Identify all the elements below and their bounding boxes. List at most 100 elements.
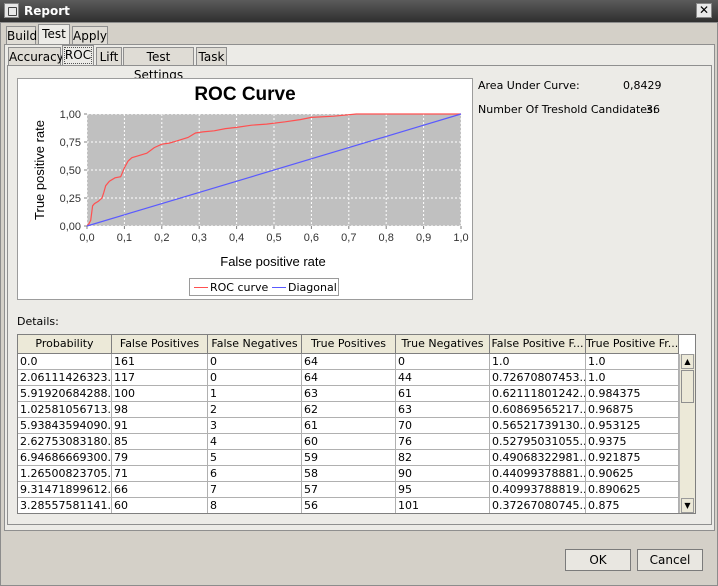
table-row[interactable]: 6.94686669300... 79 5 59 82 0.49068322981... 0… bbox=[18, 450, 679, 466]
column-header[interactable]: True Negatives bbox=[396, 335, 490, 354]
table-cell: 100 bbox=[112, 386, 208, 402]
x-tick-label: 0,3 bbox=[192, 232, 207, 244]
column-header[interactable]: True Positives bbox=[302, 335, 396, 354]
table-cell: 1 bbox=[208, 386, 302, 402]
table-cell: 85 bbox=[112, 434, 208, 450]
tab-label: Test bbox=[42, 27, 66, 41]
tab-label: ROC bbox=[64, 48, 92, 62]
table-cell: 66 bbox=[112, 482, 208, 498]
table-row[interactable]: 9.31471899612... 66 7 57 95 0.40993788819... 0… bbox=[18, 482, 679, 498]
close-icon[interactable]: ✕ bbox=[696, 3, 712, 18]
column-header[interactable]: False Positives bbox=[112, 335, 208, 354]
table-cell: 2.06111426323... bbox=[18, 370, 112, 386]
table-header: Probability False Positives False Negative… bbox=[18, 335, 679, 354]
table-cell: 44 bbox=[396, 370, 490, 386]
threshold-count-label: Number Of Treshold Candidates: bbox=[478, 103, 657, 116]
table-cell: 0.875 bbox=[586, 498, 679, 513]
tab-task[interactable]: Task bbox=[196, 47, 227, 66]
table-cell: 1.26500823705... bbox=[18, 466, 112, 482]
roc-chart: ROC Curve 0,0 0,1 0,2 0,3 0,4 0,5 0,6 0,7 0,8 0,9… bbox=[32, 84, 469, 269]
table-row[interactable]: 5.91920684288... 100 1 63 61 0.62111801242...… bbox=[18, 386, 679, 402]
table-cell: 95 bbox=[396, 482, 490, 498]
table-cell: 0 bbox=[396, 354, 490, 370]
table-cell: 0 bbox=[208, 370, 302, 386]
table-cell: 64 bbox=[302, 354, 396, 370]
table-cell: 0.56521739130... bbox=[490, 418, 586, 434]
y-tick-label: 0,50 bbox=[60, 165, 81, 177]
table-cell: 5 bbox=[208, 450, 302, 466]
table-row[interactable]: 3.28557581141... 60 8 56 101 0.37267080745...… bbox=[18, 498, 679, 513]
table-row[interactable]: 0.0 161 0 64 0 1.0 1.0 bbox=[18, 354, 679, 370]
tab-test[interactable]: Test bbox=[38, 24, 70, 45]
table-cell: 98 bbox=[112, 402, 208, 418]
scroll-down-icon[interactable]: ▼ bbox=[681, 498, 694, 513]
x-axis-label: False positive rate bbox=[220, 254, 326, 269]
table-cell: 62 bbox=[302, 402, 396, 418]
table-cell: 9.31471899612... bbox=[18, 482, 112, 498]
legend-diagonal-label: Diagonal bbox=[288, 281, 337, 294]
tab-label: Apply bbox=[73, 29, 107, 43]
table-cell: 91 bbox=[112, 418, 208, 434]
table-cell: 117 bbox=[112, 370, 208, 386]
column-header[interactable]: True Positive Fr... bbox=[586, 335, 679, 354]
x-tick-label: 0,5 bbox=[266, 232, 281, 244]
column-header[interactable]: False Positive F... bbox=[490, 335, 586, 354]
y-axis-label: True positive rate bbox=[32, 120, 47, 220]
table-cell: 0.953125 bbox=[586, 418, 679, 434]
table-row[interactable]: 2.62753083180... 85 4 60 76 0.52795031055... 0… bbox=[18, 434, 679, 450]
table-cell: 60 bbox=[302, 434, 396, 450]
scroll-up-icon[interactable]: ▲ bbox=[681, 354, 694, 369]
y-tick-label: 0,25 bbox=[60, 193, 81, 205]
x-tick-label: 0,7 bbox=[341, 232, 356, 244]
tab-roc[interactable]: ROC bbox=[62, 45, 94, 66]
table-cell: 0.984375 bbox=[586, 386, 679, 402]
threshold-count-value: 36 bbox=[646, 103, 660, 116]
roc-chart-panel: ROC Curve 0,0 0,1 0,2 0,3 0,4 0,5 0,6 0,7 0,8 0,9… bbox=[17, 78, 473, 300]
table-cell: 59 bbox=[302, 450, 396, 466]
tab-apply[interactable]: Apply bbox=[72, 26, 108, 45]
table-cell: 57 bbox=[302, 482, 396, 498]
x-tick-label: 0,2 bbox=[154, 232, 169, 244]
tab-build[interactable]: Build bbox=[6, 26, 37, 45]
tab-label: Task bbox=[198, 50, 225, 64]
details-label: Details: bbox=[17, 315, 59, 328]
x-tick-label: 0,6 bbox=[304, 232, 319, 244]
tab-accuracy[interactable]: Accuracy bbox=[8, 47, 64, 66]
chart-title: ROC Curve bbox=[194, 84, 295, 105]
table-cell: 76 bbox=[396, 434, 490, 450]
tab-lift[interactable]: Lift bbox=[96, 47, 122, 66]
table-cell: 61 bbox=[302, 418, 396, 434]
table-row[interactable]: 2.06111426323... 117 0 64 44 0.72670807453...… bbox=[18, 370, 679, 386]
table-cell: 0.72670807453... bbox=[490, 370, 586, 386]
x-tick-label: 0,0 bbox=[79, 232, 94, 244]
table-row[interactable]: 1.26500823705... 71 6 58 90 0.44099378881... 0… bbox=[18, 466, 679, 482]
table-cell: 0.40993788819... bbox=[490, 482, 586, 498]
tab-label: Lift bbox=[99, 50, 119, 64]
scroll-thumb[interactable] bbox=[681, 370, 694, 403]
table-cell: 6.94686669300... bbox=[18, 450, 112, 466]
table-row[interactable]: 1.02581056713... 98 2 62 63 0.60869565217... 0… bbox=[18, 402, 679, 418]
table-cell: 71 bbox=[112, 466, 208, 482]
auc-label: Area Under Curve: bbox=[478, 79, 580, 92]
legend-diagonal-swatch bbox=[272, 287, 286, 288]
y-tick-label: 0,75 bbox=[60, 137, 81, 149]
table-cell: 0.90625 bbox=[586, 466, 679, 482]
table-cell: 0.890625 bbox=[586, 482, 679, 498]
x-tick-label: 0,4 bbox=[229, 232, 244, 244]
cancel-button[interactable]: Cancel bbox=[637, 549, 703, 571]
table-cell: 90 bbox=[396, 466, 490, 482]
column-header[interactable]: Probability bbox=[18, 335, 112, 354]
table-row[interactable]: 5.93843594090... 91 3 61 70 0.56521739130... 0… bbox=[18, 418, 679, 434]
table-cell: 0.37267080745... bbox=[492, 498, 586, 513]
table-cell: 2 bbox=[208, 402, 302, 418]
ok-button[interactable]: OK bbox=[565, 549, 631, 571]
table-cell: 0.921875 bbox=[586, 450, 679, 466]
table-cell: 2.62753083180... bbox=[18, 434, 112, 450]
tab-test-settings[interactable]: Test Settings bbox=[123, 47, 194, 82]
column-header[interactable]: False Negatives bbox=[208, 335, 302, 354]
table-cell: 0.49068322981... bbox=[490, 450, 586, 466]
tab-label: Accuracy bbox=[9, 50, 64, 64]
table-vertical-scrollbar[interactable]: ▲ ▼ bbox=[679, 354, 695, 513]
table-cell: 4 bbox=[208, 434, 302, 450]
table-cell: 3 bbox=[208, 418, 302, 434]
